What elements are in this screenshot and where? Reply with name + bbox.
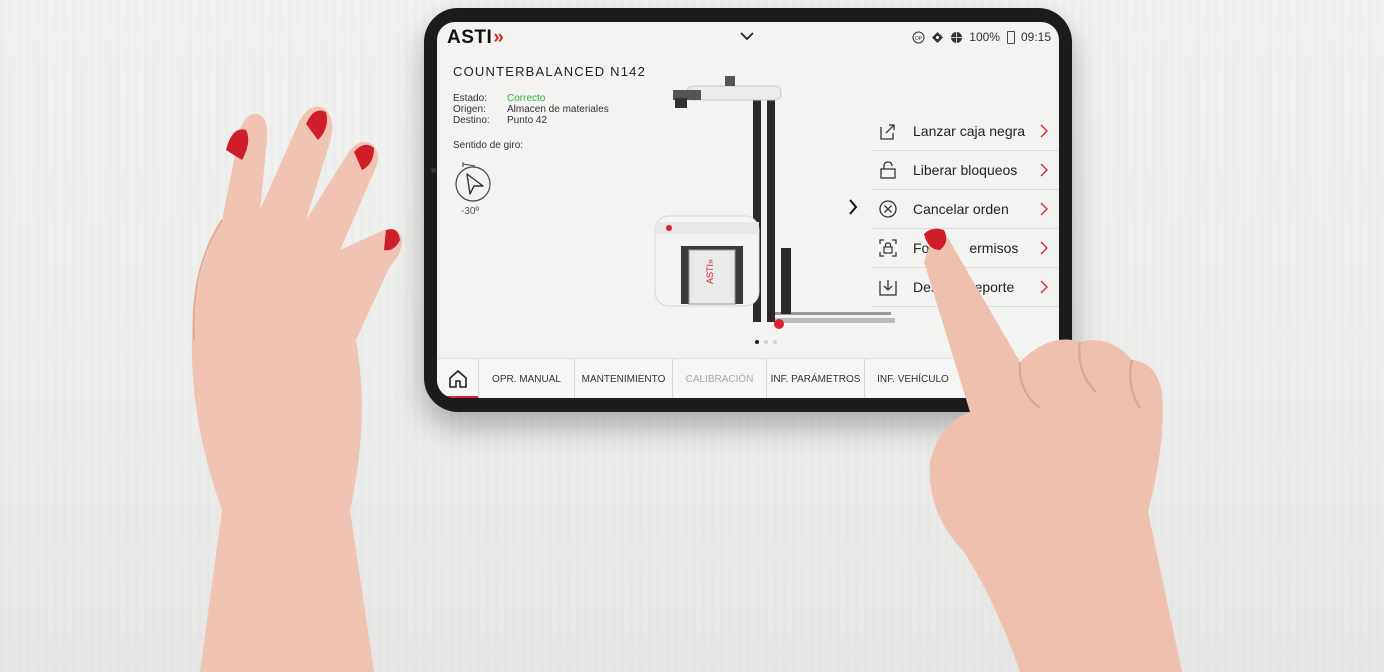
globe-icon bbox=[951, 31, 963, 43]
vehicle-info: Estado: Correcto Origen: Almacen de materi… bbox=[453, 93, 609, 126]
chevron-right-icon bbox=[1040, 124, 1048, 138]
chevron-right-icon bbox=[1040, 163, 1048, 177]
forklift-image: ASTI» bbox=[654, 76, 895, 329]
tab-opr-manual[interactable]: OPR. MANUAL bbox=[479, 359, 575, 398]
menu-item-liberar-bloqueos[interactable]: Liberar bloqueos bbox=[871, 151, 1059, 190]
menu-item-label: Liberar bloqueos bbox=[913, 162, 1018, 178]
menu-item-label: Cancelar orden bbox=[913, 201, 1009, 217]
carousel-dot-1[interactable] bbox=[755, 340, 759, 344]
home-icon bbox=[448, 370, 467, 388]
chevron-right-icon bbox=[1040, 202, 1048, 216]
left-hand-image bbox=[191, 106, 402, 672]
tab-mantenimiento[interactable]: MANTENIMIENTO bbox=[575, 359, 673, 398]
carousel-dots bbox=[755, 340, 777, 344]
gps-icon bbox=[932, 31, 944, 43]
battery-icon bbox=[1006, 30, 1015, 44]
origin-row: Origen: Almacen de materiales bbox=[453, 104, 609, 115]
clock: 09:15 bbox=[1020, 30, 1051, 44]
menu-item-lanzar-caja-negra[interactable]: Lanzar caja negra bbox=[871, 112, 1059, 151]
rotation-gauge-icon bbox=[455, 162, 491, 202]
op-icon: OP bbox=[912, 31, 925, 43]
asti-logo: ASTI» bbox=[447, 27, 505, 48]
unlock-icon bbox=[880, 161, 896, 179]
menu-item-cancelar-orden[interactable]: Cancelar orden bbox=[871, 190, 1059, 229]
tab-inf-parametros[interactable]: INF. PARÁMETROS bbox=[767, 359, 865, 398]
front-camera bbox=[431, 168, 436, 173]
cancel-icon bbox=[879, 200, 897, 218]
status-value: Correcto bbox=[507, 93, 546, 104]
menu-item-label: Des reporte bbox=[913, 279, 1015, 295]
carousel-dot-3[interactable] bbox=[773, 340, 777, 344]
lock-frame-icon bbox=[879, 239, 897, 257]
rotation-value: -30º bbox=[461, 206, 480, 217]
carousel-dot-2[interactable] bbox=[764, 340, 768, 344]
tablet-screen: ASTI» OP 100% 09:15 COUNTERBALANCED N142… bbox=[437, 22, 1059, 398]
status-row: Estado: Correcto bbox=[453, 93, 546, 104]
svg-text:ASTI»: ASTI» bbox=[705, 259, 715, 284]
download-icon bbox=[879, 280, 897, 296]
action-menu: Lanzar caja negra Liberar bloqueos Cance… bbox=[871, 112, 1059, 307]
status-bar: ASTI» OP 100% 09:15 bbox=[437, 22, 1059, 52]
status-indicators: OP 100% 09:15 bbox=[912, 30, 1051, 44]
rotation-label: Sentido de giro: bbox=[453, 140, 524, 151]
carousel-next-arrow[interactable] bbox=[845, 196, 861, 218]
tab-calibracion[interactable]: CALIBRACIÓN bbox=[673, 359, 767, 398]
destination-row: Destino: Punto 42 bbox=[453, 115, 548, 126]
chevron-down-icon[interactable] bbox=[737, 26, 757, 46]
tab-inf-vehiculo[interactable]: INF. VEHÍCULO bbox=[865, 359, 961, 398]
chevron-right-icon bbox=[1040, 280, 1048, 294]
menu-item-descargar-reporte[interactable]: Des reporte bbox=[871, 268, 1059, 307]
nav-home-button[interactable] bbox=[437, 359, 479, 398]
vehicle-title: COUNTERBALANCED N142 bbox=[453, 64, 647, 79]
battery-level: 100% bbox=[969, 30, 1000, 44]
bottom-nav: OPR. MANUAL MANTENIMIENTO CALIBRACIÓN IN… bbox=[437, 358, 1059, 398]
menu-item-label: Fo ermisos bbox=[913, 240, 1019, 256]
menu-item-permisos[interactable]: Fo ermisos bbox=[871, 229, 1059, 268]
menu-item-label: Lanzar caja negra bbox=[913, 123, 1026, 139]
svg-text:OP: OP bbox=[915, 36, 923, 42]
chevron-right-icon bbox=[1040, 241, 1048, 255]
export-icon bbox=[880, 124, 895, 140]
